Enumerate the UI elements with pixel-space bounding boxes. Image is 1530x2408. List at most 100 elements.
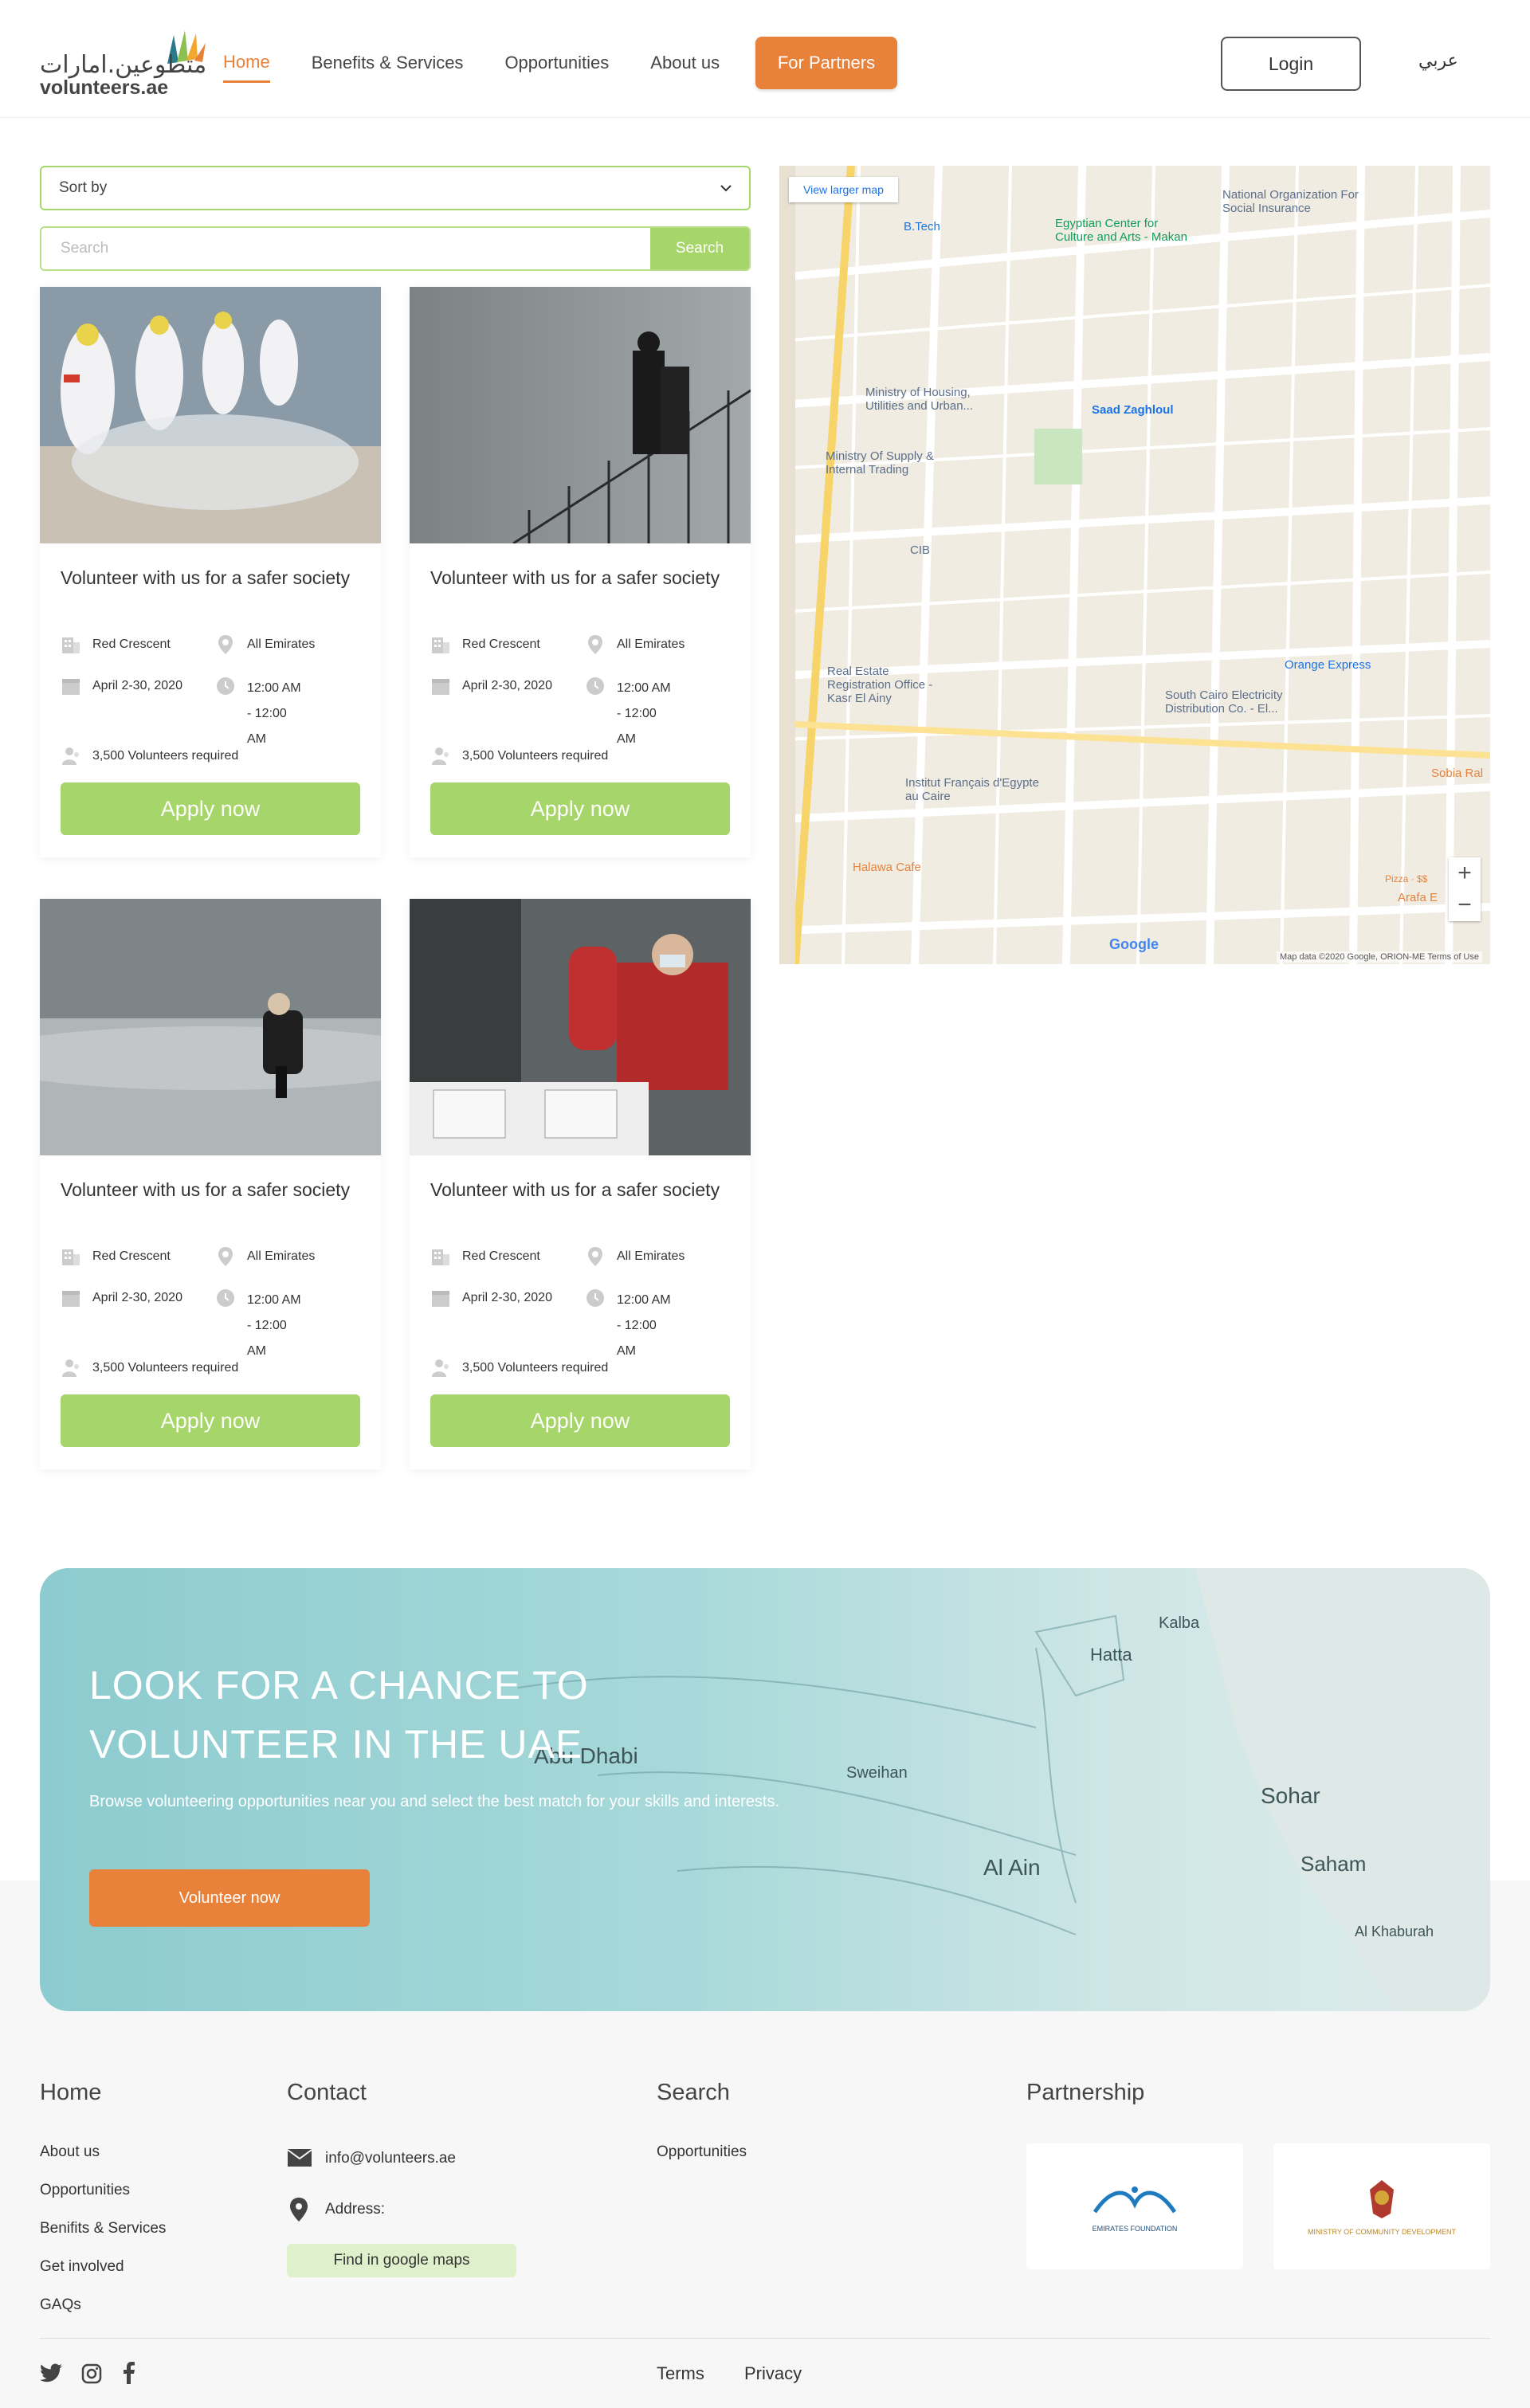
map-label: Real Estate Registration Office - Kasr E… <box>827 665 933 705</box>
logo[interactable]: متطوعين.امارات volunteers.ae <box>40 27 207 99</box>
google-logo: Google <box>1109 936 1159 952</box>
footer-link[interactable]: Opportunities <box>657 2143 747 2161</box>
time: 12:00 AM - 12:00 AM <box>585 676 704 752</box>
opportunity-card[interactable]: Volunteer with us for a safer society Red… <box>410 899 751 1469</box>
map-place: Saham <box>1300 1852 1367 1876</box>
view-larger-map-link[interactable]: View larger map <box>789 177 898 202</box>
location: All Emirates <box>585 634 685 655</box>
footer-email[interactable]: info@volunteers.ae <box>325 2150 456 2167</box>
time: 12:00 AM - 12:00 AM <box>585 1288 704 1364</box>
people-icon <box>62 747 79 765</box>
footer-link[interactable]: GAQs <box>40 2296 81 2314</box>
footer-search-heading: Search <box>657 2080 730 2105</box>
apply-now-button[interactable]: Apply now <box>61 782 360 835</box>
facebook-icon[interactable] <box>123 2362 135 2384</box>
opportunity-card[interactable]: Volunteer with us for a safer society Red… <box>40 287 381 857</box>
map-label: Saad Zaghloul <box>1092 403 1174 417</box>
volunteers-required: 3,500 Volunteers required <box>462 1361 609 1375</box>
privacy-link[interactable]: Privacy <box>744 2363 802 2384</box>
location-pin-icon <box>588 1247 602 1266</box>
search-button[interactable]: Search <box>650 228 749 269</box>
map-zoom-controls: + − <box>1449 857 1481 921</box>
opportunity-card[interactable]: Volunteer with us for a safer society Red… <box>40 899 381 1469</box>
apply-now-button[interactable]: Apply now <box>430 782 730 835</box>
terms-link[interactable]: Terms <box>657 2363 704 2384</box>
location-name: All Emirates <box>617 1249 685 1263</box>
zoom-out-button[interactable]: − <box>1449 889 1481 921</box>
login-button[interactable]: Login <box>1221 37 1361 91</box>
language-switch[interactable]: عربي <box>1418 51 1458 71</box>
nav-benefits-services[interactable]: Benefits & Services <box>312 45 464 81</box>
date: April 2-30, 2020 <box>430 676 552 696</box>
footer-link[interactable]: Get involved <box>40 2258 124 2276</box>
banner-title: LOOK FOR A CHANCE TO VOLUNTEER IN THE UAE <box>89 1656 589 1774</box>
opportunity-title[interactable]: Volunteer with us for a safer society <box>430 564 733 591</box>
instagram-icon[interactable] <box>81 2363 102 2384</box>
nav-opportunities[interactable]: Opportunities <box>504 45 609 81</box>
volunteer-now-button[interactable]: Volunteer now <box>89 1869 370 1927</box>
footer-address-label: Address: <box>325 2201 385 2218</box>
calendar-icon <box>432 679 449 695</box>
time-text: 12:00 AM - 12:00 AM <box>617 681 671 746</box>
calendar-icon <box>62 679 80 695</box>
organization: Red Crescent <box>430 1246 540 1267</box>
location: All Emirates <box>215 634 315 655</box>
nav-home[interactable]: Home <box>223 44 270 83</box>
map-streets <box>779 166 1490 964</box>
map-embed[interactable]: View larger map B.Tech Egyptian Center f… <box>779 166 1490 964</box>
opportunity-photo[interactable] <box>410 287 751 543</box>
opportunity-title[interactable]: Volunteer with us for a safer society <box>61 1176 363 1203</box>
partner1-text: EMIRATES FOUNDATION <box>1092 2225 1178 2233</box>
organization-name: Red Crescent <box>462 637 540 651</box>
time-text: 12:00 AM - 12:00 AM <box>247 681 301 746</box>
header: متطوعين.امارات volunteers.ae Home Benefi… <box>0 0 1530 118</box>
map-place: Hatta <box>1090 1645 1132 1665</box>
opportunity-photo[interactable] <box>410 899 751 1155</box>
opportunity-title[interactable]: Volunteer with us for a safer society <box>61 564 363 591</box>
banner-title-line2: VOLUNTEER IN THE UAE <box>89 1722 583 1767</box>
location-name: All Emirates <box>617 637 685 651</box>
building-icon <box>62 1249 80 1265</box>
map-label: Sobia Ral <box>1431 767 1484 780</box>
opportunity-photo[interactable] <box>40 899 381 1155</box>
map-attribution[interactable]: Map data ©2020 Google, ORION-ME Terms of… <box>1276 951 1482 963</box>
calendar-icon <box>62 1291 80 1307</box>
map-label: CIB <box>910 543 931 557</box>
footer-link[interactable]: Benifits & Services <box>40 2220 166 2237</box>
organization-name: Red Crescent <box>92 1249 171 1263</box>
zoom-in-button[interactable]: + <box>1449 857 1481 889</box>
footer-link[interactable]: Opportunities <box>40 2182 130 2199</box>
main-nav: Home Benefits & Services Opportunities A… <box>223 37 761 89</box>
location-name: All Emirates <box>247 637 316 651</box>
find-in-google-maps-button[interactable]: Find in google maps <box>287 2244 516 2277</box>
nav-about-us[interactable]: About us <box>650 45 720 81</box>
sort-select[interactable]: Sort by <box>40 166 751 210</box>
opportunity-card[interactable]: Volunteer with us for a safer society Red… <box>410 287 751 857</box>
opportunity-photo[interactable] <box>40 287 381 543</box>
location-pin-icon <box>290 2198 308 2222</box>
location-pin-icon <box>218 1247 233 1266</box>
volunteers: 3,500 Volunteers required <box>430 1358 608 1379</box>
building-icon <box>432 637 449 653</box>
time: 12:00 AM - 12:00 AM <box>215 1288 335 1364</box>
footer-home-heading[interactable]: Home <box>40 2080 101 2106</box>
footer-link[interactable]: About us <box>40 2143 100 2161</box>
opportunity-title[interactable]: Volunteer with us for a safer society <box>430 1176 733 1203</box>
partner-emirates-foundation[interactable]: EMIRATES FOUNDATION <box>1026 2143 1243 2269</box>
volunteers-required: 3,500 Volunteers required <box>462 749 609 763</box>
partner-ministry-community-development[interactable]: MINISTRY OF COMMUNITY DEVELOPMENT <box>1273 2143 1490 2269</box>
volunteer-banner: Abu Dhabi Hatta Kalba Sweihan Al Ain Soh… <box>40 1568 1490 2011</box>
search-input[interactable]: Search <box>41 228 650 269</box>
twitter-icon[interactable] <box>40 2363 62 2383</box>
map-place: Sohar <box>1261 1783 1320 1808</box>
map-label: Institut Français d'Egypte au Caire <box>905 776 1039 803</box>
partner2-text: MINISTRY OF COMMUNITY DEVELOPMENT <box>1307 2228 1457 2236</box>
date-text: April 2-30, 2020 <box>92 1291 182 1304</box>
email-icon <box>287 2149 312 2167</box>
apply-now-button[interactable]: Apply now <box>430 1394 730 1447</box>
map-place: Sweihan <box>846 1764 908 1782</box>
map-label: Egyptian Center for Culture and Arts - M… <box>1055 217 1187 244</box>
map-label: B.Tech <box>904 220 940 233</box>
apply-now-button[interactable]: Apply now <box>61 1394 360 1447</box>
for-partners-button[interactable]: For Partners <box>755 37 897 89</box>
